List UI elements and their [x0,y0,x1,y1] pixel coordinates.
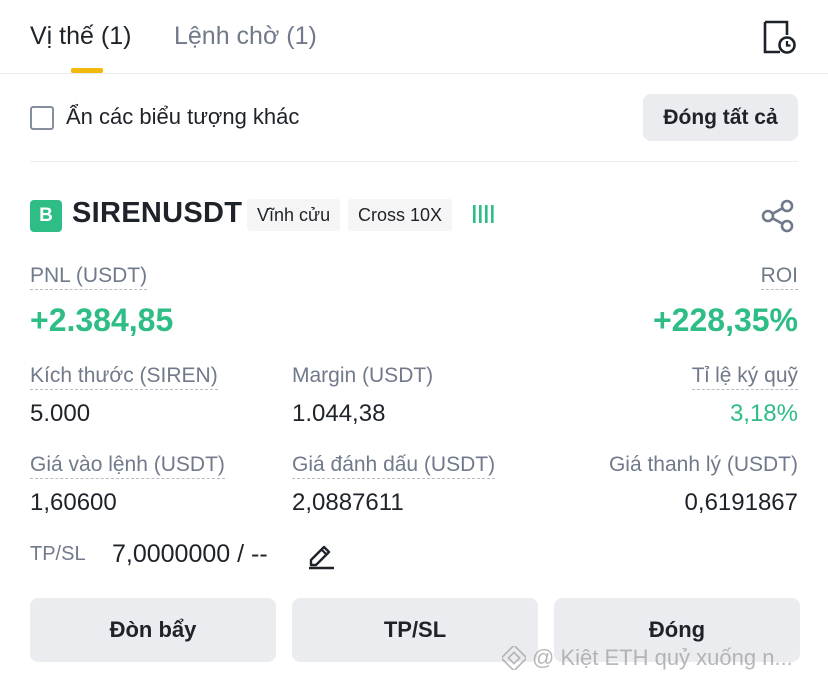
symbol-name[interactable]: SIRENUSDT [72,197,242,230]
mark-price-value: 2,0887611 [292,489,404,516]
pnl-label[interactable]: PNL (USDT) [30,264,148,290]
mark-price-label[interactable]: Giá đánh dấu (USDT) [292,453,496,479]
margin-ratio-value: 3,18% [729,400,798,427]
margin-label: Margin (USDT) [292,364,434,387]
margin-ratio-label[interactable]: Tỉ lệ ký quỹ [691,364,798,390]
margin-leverage-tag[interactable]: Cross 10X [348,199,453,231]
margin-value: 1.044,38 [292,400,386,427]
size-label[interactable]: Kích thước (SIREN) [30,364,218,390]
watermark-text: @ Kiệt ETH quỷ xuống n... [532,645,793,670]
order-history-icon[interactable] [760,18,798,56]
tab-positions[interactable]: Vị thế (1) [30,22,131,51]
side-badge: B [30,200,62,232]
tpsl-value: 7,0000000 / -- [112,540,268,568]
share-icon[interactable] [760,198,796,234]
leverage-button[interactable]: Đòn bẩy [30,598,276,662]
tpsl-label: TP/SL [30,543,86,565]
roi-label[interactable]: ROI [760,264,798,290]
active-tab-indicator [71,68,103,73]
adl-indicator-icon[interactable] [472,202,498,228]
watermark: @ Kiệt ETH quỷ xuống n... [502,645,793,671]
hide-other-symbols-checkbox[interactable] [30,106,54,130]
entry-price-label[interactable]: Giá vào lệnh (USDT) [30,453,225,479]
liq-price-value: 0,6191867 [684,489,798,516]
close-all-button[interactable]: Đóng tất cả [643,94,798,141]
position-tabs: Vị thế (1) Lệnh chờ (1) [0,0,828,74]
divider [30,161,798,162]
liq-price-label: Giá thanh lý (USDT) [608,453,798,476]
pencil-icon[interactable] [306,540,336,570]
pnl-value: +2.384,85 [30,302,174,338]
contract-type-tag: Vĩnh cửu [247,199,341,231]
size-value: 5.000 [30,400,91,427]
roi-value: +228,35% [652,302,798,338]
hide-other-symbols-label[interactable]: Ẩn các biểu tượng khác [66,104,299,130]
filter-row: Ẩn các biểu tượng khác Đóng tất cả [0,74,828,162]
tab-open-orders[interactable]: Lệnh chờ (1) [174,22,317,51]
binance-logo-icon [502,646,526,670]
entry-price-value: 1,60600 [30,489,117,516]
